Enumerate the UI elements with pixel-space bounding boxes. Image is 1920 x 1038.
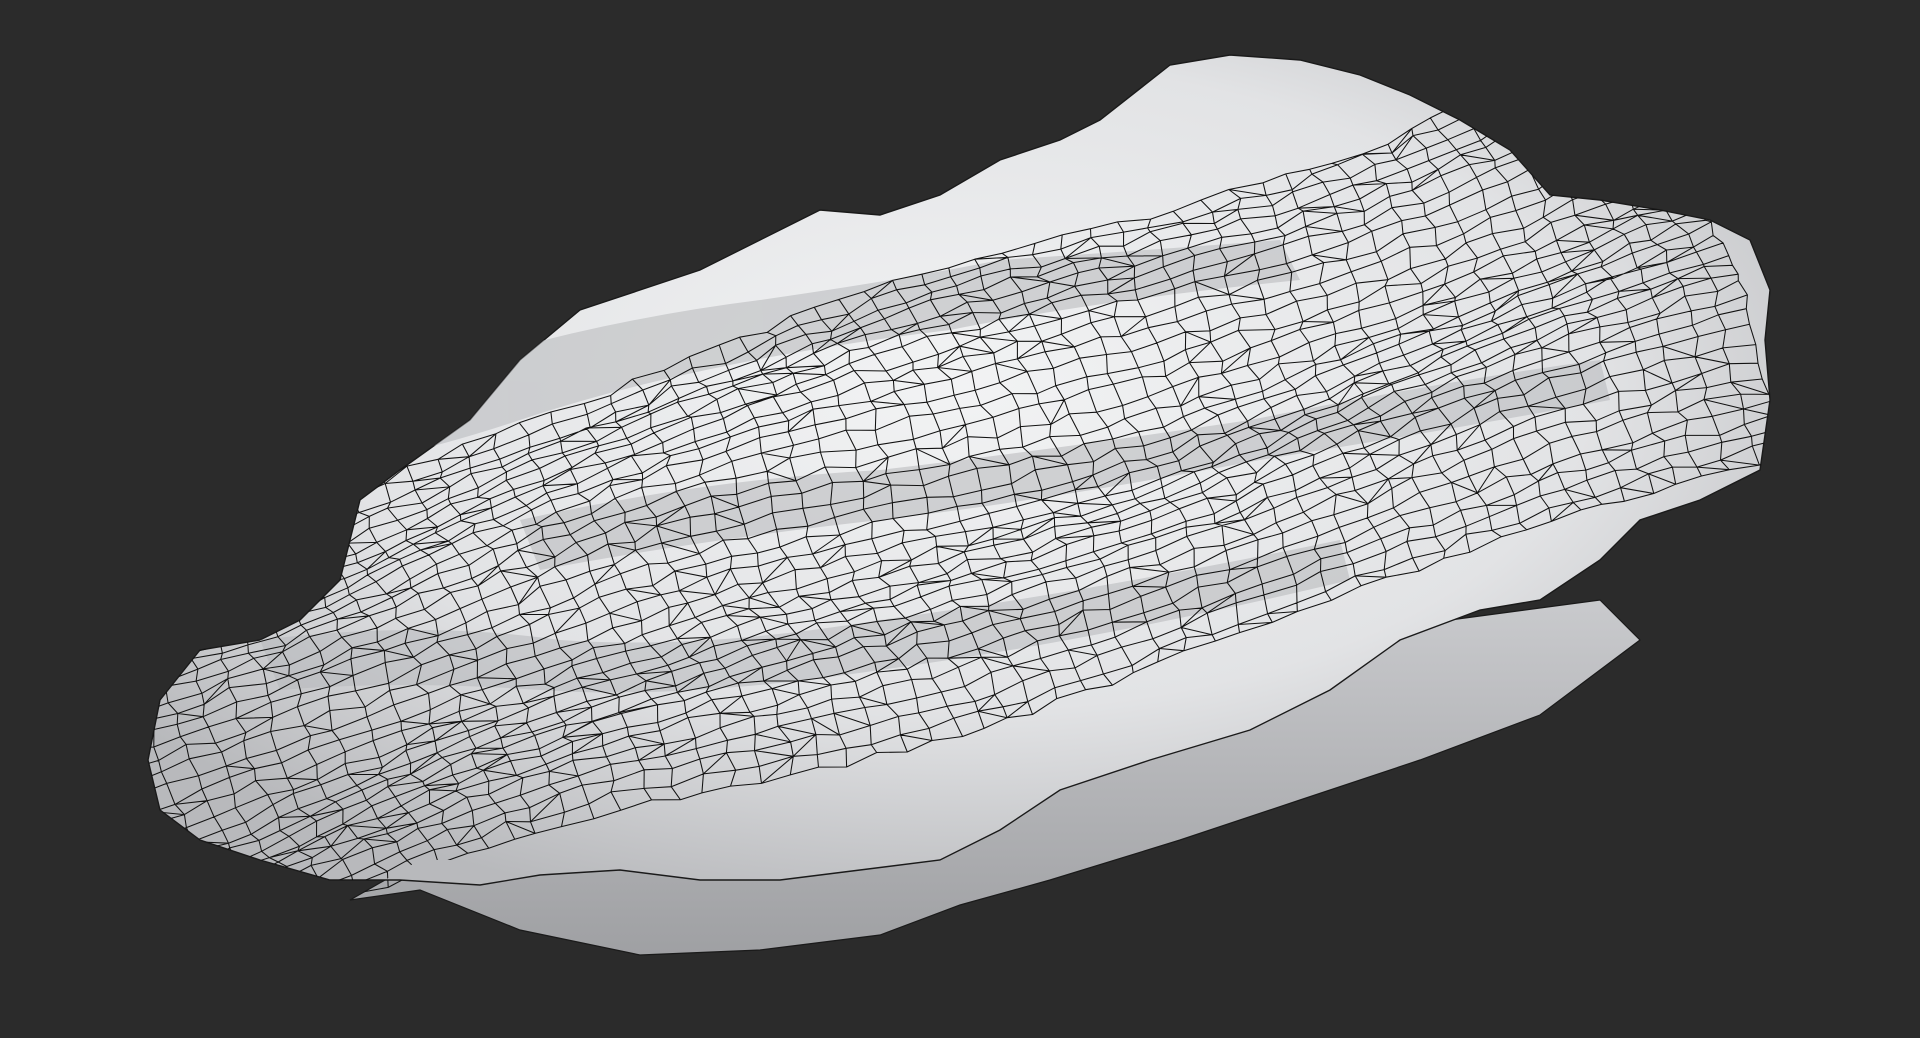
rock-mesh-render [147,54,1771,956]
viewport-3d[interactable] [0,0,1920,1038]
